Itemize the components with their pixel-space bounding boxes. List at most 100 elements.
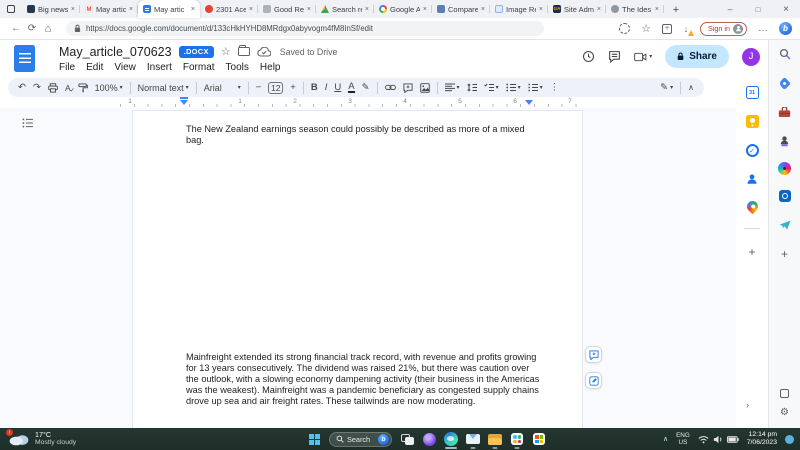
menu-help[interactable]: Help bbox=[260, 62, 281, 73]
document-title[interactable]: May_article_070623 bbox=[59, 45, 172, 59]
tray-status-icons[interactable] bbox=[698, 435, 739, 444]
document-page[interactable]: The New Zealand earnings season could po… bbox=[132, 110, 583, 428]
menu-view[interactable]: View bbox=[114, 62, 136, 73]
language-indicator[interactable]: ENG US bbox=[676, 432, 690, 447]
drop-icon[interactable] bbox=[777, 217, 793, 233]
zoom-select[interactable]: 100% bbox=[95, 83, 123, 93]
tab-close-icon[interactable] bbox=[481, 6, 485, 13]
spellcheck-button[interactable]: A bbox=[65, 83, 71, 93]
home-button[interactable] bbox=[40, 21, 56, 37]
account-avatar[interactable]: J bbox=[742, 48, 760, 66]
paragraph-style-select[interactable]: Normal text bbox=[138, 83, 189, 93]
back-button[interactable] bbox=[8, 21, 24, 37]
slack-app-icon[interactable] bbox=[506, 428, 528, 450]
sign-in-button[interactable]: Sign in bbox=[700, 22, 747, 36]
tab-close-icon[interactable] bbox=[307, 6, 311, 13]
ruler[interactable]: 1 1 2 3 4 5 6 7 bbox=[0, 97, 768, 108]
highlight-color-button[interactable] bbox=[362, 82, 370, 93]
microsoft-365-app-icon[interactable] bbox=[528, 428, 550, 450]
line-spacing-button[interactable] bbox=[467, 83, 477, 92]
insert-link-button[interactable] bbox=[385, 84, 396, 91]
menu-edit[interactable]: Edit bbox=[86, 62, 103, 73]
favorites-icon[interactable] bbox=[638, 21, 654, 37]
tasks-icon[interactable] bbox=[746, 144, 759, 157]
edge-app-icon[interactable] bbox=[440, 428, 462, 450]
maps-icon[interactable] bbox=[744, 199, 760, 215]
tab-big-news[interactable]: Big news bbox=[22, 0, 80, 18]
mail-app-icon[interactable] bbox=[462, 428, 484, 450]
tab-docs-active[interactable]: May artic bbox=[138, 0, 200, 18]
tab-the-ides[interactable]: The Ides bbox=[606, 0, 664, 18]
downloads-icon[interactable] bbox=[680, 23, 692, 35]
tab-close-icon[interactable] bbox=[129, 6, 133, 13]
tab-site-adm[interactable]: GASite Adm bbox=[548, 0, 606, 18]
tab-compare[interactable]: Compare bbox=[432, 0, 490, 18]
editing-mode-button[interactable] bbox=[660, 82, 673, 93]
new-tab-button[interactable] bbox=[668, 2, 684, 18]
paint-format-button[interactable] bbox=[78, 83, 88, 93]
shopping-icon[interactable] bbox=[777, 75, 793, 91]
tab-close-icon[interactable] bbox=[539, 6, 543, 13]
move-folder-icon[interactable] bbox=[238, 47, 250, 56]
right-indent-marker[interactable] bbox=[525, 100, 533, 105]
bold-button[interactable]: B bbox=[311, 82, 318, 93]
menu-insert[interactable]: Insert bbox=[147, 62, 172, 73]
taskbar-clock[interactable]: 12:14 pm 7/06/2023 bbox=[747, 431, 777, 448]
taskbar-search-box[interactable]: Search bbox=[329, 432, 392, 447]
document-outline-icon[interactable] bbox=[22, 118, 34, 128]
window-close-button[interactable] bbox=[772, 0, 800, 18]
bulleted-list-button[interactable] bbox=[506, 83, 521, 92]
add-sidebar-app-icon[interactable] bbox=[777, 246, 793, 262]
add-comment-floating-button[interactable] bbox=[585, 346, 602, 363]
doc-paragraph-1[interactable]: The New Zealand earnings season could po… bbox=[133, 111, 540, 146]
suggest-edits-floating-button[interactable] bbox=[585, 372, 602, 389]
tab-close-icon[interactable] bbox=[191, 6, 195, 13]
calendar-icon[interactable]: 31 bbox=[746, 86, 759, 99]
redo-button[interactable] bbox=[33, 82, 41, 93]
address-bar[interactable]: https://docs.google.com/document/d/133cH… bbox=[66, 21, 544, 36]
sidebar-search-icon[interactable] bbox=[777, 46, 793, 62]
font-size-input[interactable]: 12 bbox=[268, 82, 283, 94]
print-button[interactable] bbox=[48, 83, 58, 93]
saved-to-drive-icon[interactable] bbox=[257, 47, 271, 57]
browser-essentials-icon[interactable] bbox=[619, 23, 630, 34]
align-button[interactable] bbox=[445, 83, 460, 92]
hide-menus-button[interactable] bbox=[688, 83, 694, 92]
collections-icon[interactable] bbox=[662, 24, 672, 34]
tab-gmail[interactable]: MMay artic bbox=[80, 0, 138, 18]
tab-image-re[interactable]: Image Re bbox=[490, 0, 548, 18]
browser-menu-icon[interactable] bbox=[755, 21, 771, 37]
sidebar-settings-gear-icon[interactable] bbox=[780, 407, 789, 418]
designer-icon[interactable] bbox=[778, 162, 791, 175]
italic-button[interactable]: I bbox=[325, 82, 328, 93]
keep-icon[interactable] bbox=[746, 115, 759, 128]
underline-button[interactable]: U bbox=[334, 82, 341, 93]
numbered-list-button[interactable] bbox=[528, 83, 543, 92]
hidden-icons-chevron[interactable] bbox=[663, 435, 668, 443]
tab-actions-icon[interactable] bbox=[0, 0, 22, 18]
comments-icon[interactable] bbox=[608, 50, 621, 63]
outlook-icon[interactable] bbox=[777, 188, 793, 204]
more-options-icon[interactable] bbox=[550, 82, 560, 93]
loop-app-icon[interactable] bbox=[418, 428, 440, 450]
tab-close-icon[interactable] bbox=[71, 6, 75, 13]
task-view-button[interactable] bbox=[396, 428, 418, 450]
bing-copilot-icon[interactable] bbox=[779, 22, 792, 35]
menu-format[interactable]: Format bbox=[183, 62, 215, 73]
customize-sidebar-icon[interactable] bbox=[780, 389, 789, 398]
tab-close-icon[interactable] bbox=[365, 6, 369, 13]
decrease-font-button[interactable] bbox=[256, 82, 262, 93]
tab-good-ret[interactable]: Good Ret bbox=[258, 0, 316, 18]
hide-side-panel-icon[interactable] bbox=[746, 400, 749, 410]
games-icon[interactable] bbox=[777, 133, 793, 149]
share-button[interactable]: Share bbox=[665, 45, 729, 68]
tab-close-icon[interactable] bbox=[655, 6, 659, 13]
tab-close-icon[interactable] bbox=[249, 6, 253, 13]
version-history-icon[interactable] bbox=[582, 50, 595, 63]
saved-status[interactable]: Saved to Drive bbox=[280, 47, 338, 57]
tab-close-icon[interactable] bbox=[597, 6, 601, 13]
tab-2301[interactable]: 2301 Ace bbox=[200, 0, 258, 18]
contacts-icon[interactable] bbox=[746, 173, 758, 185]
insert-image-button[interactable] bbox=[420, 83, 430, 93]
tab-close-icon[interactable] bbox=[423, 6, 427, 13]
